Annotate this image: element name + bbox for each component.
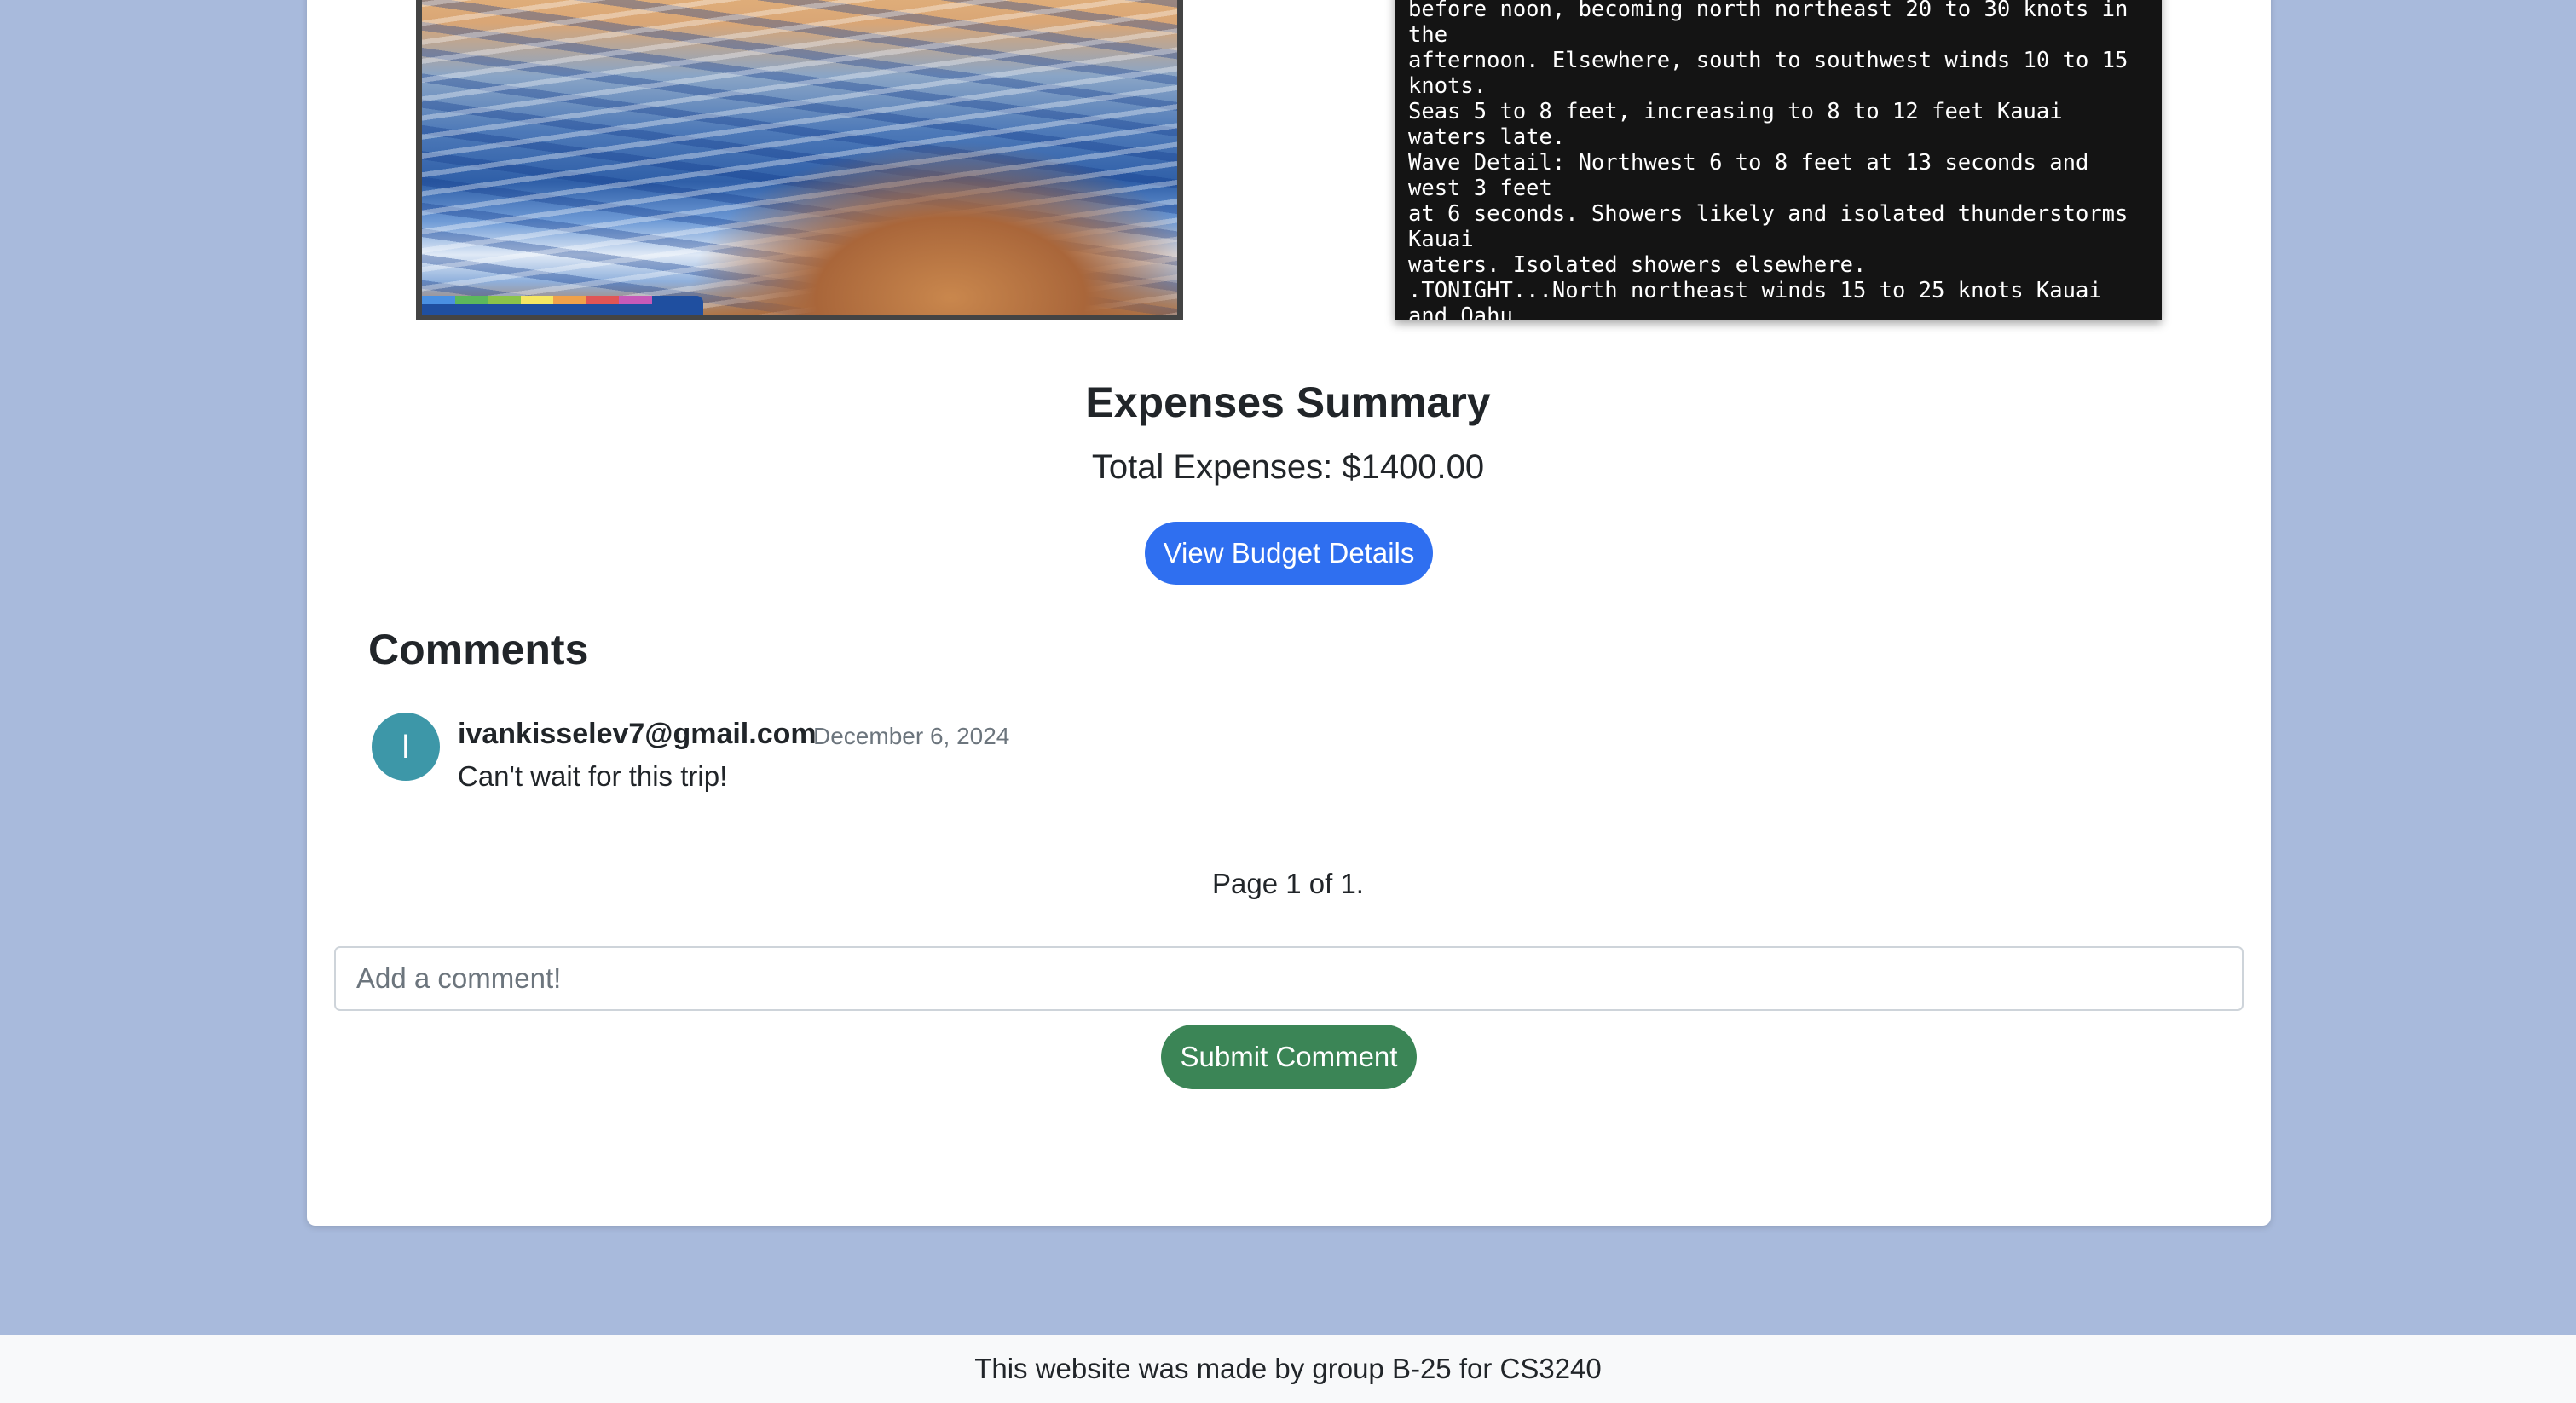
comment-item: I ivankisselev7@gmail.com December 6, 20… (372, 713, 1565, 798)
comments-heading: Comments (368, 626, 589, 673)
photo-stripe (422, 296, 455, 304)
footer: This website was made by group B-25 for … (0, 1335, 2576, 1403)
pagination-status: Page 1 of 1. (1212, 868, 1364, 899)
photo-stripe (619, 296, 653, 304)
comment-input[interactable] (334, 946, 2244, 1011)
photo-caption-bar (422, 296, 703, 315)
weather-forecast-panel: before noon, becoming north northeast 20… (1395, 0, 2162, 320)
comment-text: Can't wait for this trip! (458, 760, 728, 792)
photo-stripe (553, 296, 586, 304)
view-budget-details-button[interactable]: View Budget Details (1145, 522, 1433, 585)
photo-stripe (586, 296, 620, 304)
trip-photo (416, 0, 1183, 320)
comment-author: ivankisselev7@gmail.com (458, 718, 817, 750)
photo-stripe (488, 296, 521, 304)
comment-date: December 6, 2024 (813, 723, 1010, 749)
total-expenses: Total Expenses: $1400.00 (1091, 448, 1485, 486)
photo-color-stripes (422, 296, 653, 304)
submit-comment-button[interactable]: Submit Comment (1161, 1025, 1417, 1089)
weather-forecast-text: before noon, becoming north northeast 20… (1408, 0, 2128, 320)
photo-stripe (454, 296, 488, 304)
footer-text: This website was made by group B-25 for … (974, 1353, 1602, 1384)
avatar: I (372, 713, 440, 781)
expenses-summary-title: Expenses Summary (1085, 378, 1491, 426)
photo-stripe (520, 296, 554, 304)
